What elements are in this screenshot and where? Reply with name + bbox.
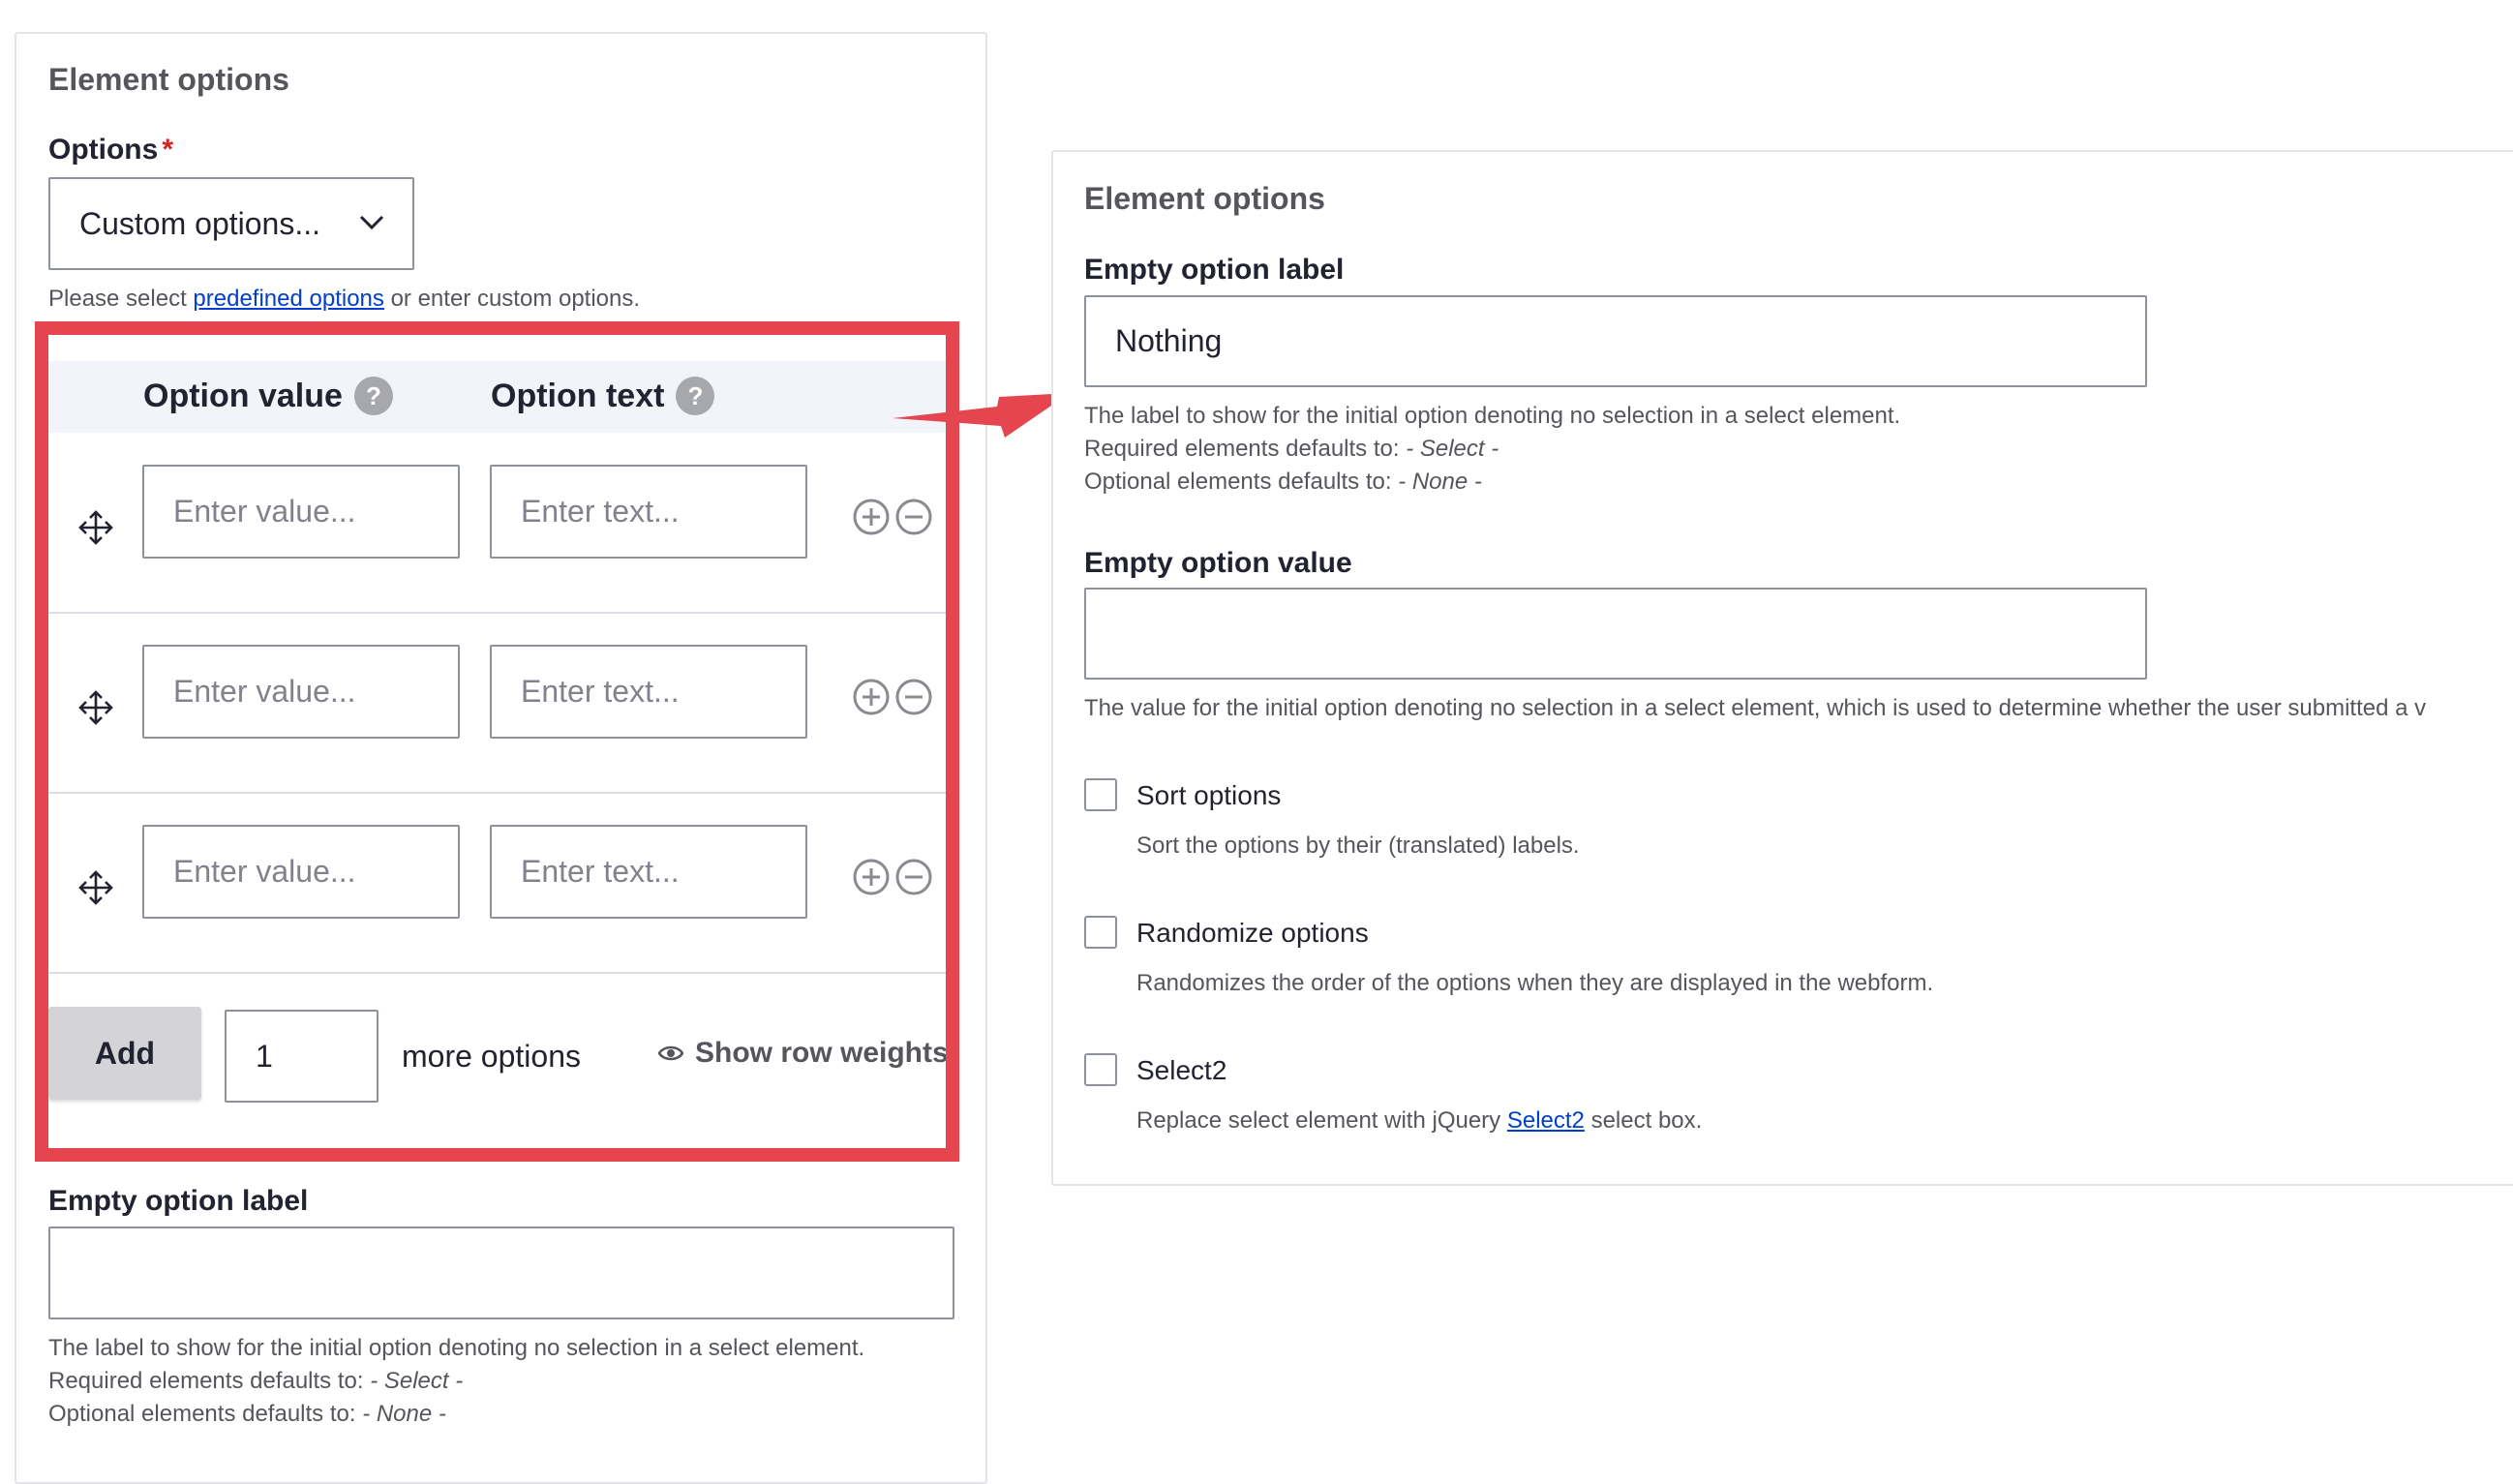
randomize-options-label[interactable]: Randomize options: [1136, 918, 1369, 949]
optional-default-prefix: Optional elements defaults to:: [48, 1401, 363, 1427]
empty-option-label-description: The label to show for the initial option…: [1084, 400, 1900, 499]
predefined-options-link[interactable]: predefined options: [193, 286, 383, 312]
optional-default-line: Optional elements defaults to: - None -: [48, 1398, 864, 1431]
select2-desc-prefix: Replace select element with jQuery: [1136, 1107, 1507, 1134]
required-default-value: - Select -: [370, 1368, 464, 1394]
optional-default-value: - None -: [362, 1401, 446, 1427]
select2-label[interactable]: Select2: [1136, 1055, 1226, 1086]
empty-option-label-title: Empty option label: [1084, 254, 1345, 286]
options-help-prefix: Please select: [48, 286, 194, 312]
optional-default-value: - None -: [1398, 469, 1482, 495]
required-default-prefix: Required elements defaults to:: [1084, 436, 1407, 462]
options-label: Options: [48, 134, 159, 166]
sort-options-description: Sort the options by their (translated) l…: [1136, 833, 1580, 859]
left-panel-title: Element options: [48, 62, 289, 97]
empty-option-value-description: The value for the initial option denotin…: [1084, 695, 2427, 721]
select2-description: Replace select element with jQuery Selec…: [1136, 1105, 1702, 1137]
empty-option-label-input[interactable]: [1084, 295, 2147, 387]
empty-option-label-help: The label to show for the initial option…: [1084, 403, 1901, 429]
empty-option-value-title: Empty option value: [1084, 547, 1352, 579]
randomize-options-description: Randomizes the order of the options when…: [1136, 970, 1934, 996]
sort-options-checkbox[interactable]: [1084, 778, 1117, 811]
empty-option-label-title: Empty option label: [48, 1185, 309, 1217]
empty-option-label-description: The label to show for the initial option…: [48, 1332, 864, 1431]
required-default-prefix: Required elements defaults to:: [48, 1368, 371, 1394]
select2-desc-suffix: select box.: [1584, 1107, 1703, 1134]
optional-default-prefix: Optional elements defaults to:: [1084, 469, 1399, 495]
options-select[interactable]: Custom options...: [48, 177, 414, 270]
required-default-line: Required elements defaults to: - Select …: [1084, 433, 1900, 466]
optional-default-line: Optional elements defaults to: - None -: [1084, 466, 1900, 499]
empty-option-value-input[interactable]: [1084, 588, 2147, 680]
sort-options-label[interactable]: Sort options: [1136, 780, 1281, 811]
required-default-line: Required elements defaults to: - Select …: [48, 1365, 864, 1398]
options-label-wrap: Options *: [48, 134, 173, 167]
empty-option-label-help: The label to show for the initial option…: [48, 1335, 865, 1361]
required-mark: *: [162, 134, 174, 166]
randomize-options-checkbox[interactable]: [1084, 916, 1117, 949]
right-panel-title: Element options: [1084, 181, 1325, 216]
highlight-annotation-box: [35, 321, 959, 1162]
empty-option-label-input[interactable]: [48, 1227, 954, 1319]
options-help-suffix: or enter custom options.: [383, 286, 641, 312]
select2-link[interactable]: Select2: [1507, 1107, 1585, 1134]
options-select-value: Custom options...: [79, 205, 320, 241]
chevron-down-icon: [359, 215, 384, 230]
required-default-value: - Select -: [1406, 436, 1499, 462]
options-help-text: Please select predefined options or ente…: [48, 283, 640, 316]
select2-checkbox[interactable]: [1084, 1053, 1117, 1086]
